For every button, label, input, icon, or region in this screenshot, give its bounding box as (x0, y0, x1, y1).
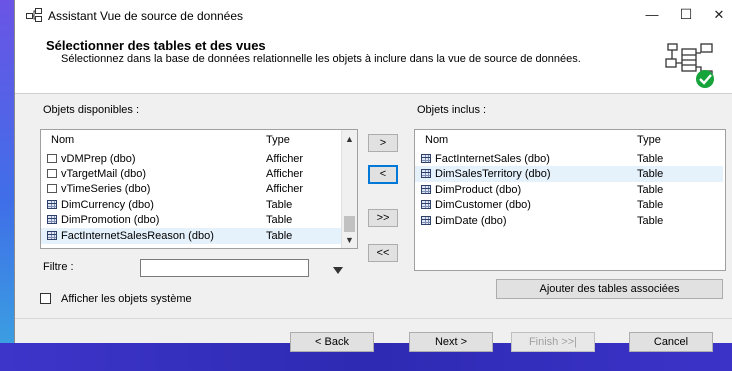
view-icon (47, 154, 57, 163)
list-item[interactable]: DimProduct (dbo) Table (415, 182, 723, 198)
list-item[interactable]: DimCurrency (dbo) Table (41, 197, 341, 213)
show-system-objects-label: Afficher les objets système (61, 293, 192, 305)
scroll-thumb[interactable] (344, 216, 355, 232)
available-list-scrollbar[interactable]: ▲ ▼ (341, 130, 357, 248)
desktop-background-left (0, 0, 14, 371)
table-icon (421, 154, 431, 163)
list-item[interactable]: DimDate (dbo) Table (415, 213, 723, 229)
window-title: Assistant Vue de source de données (48, 9, 244, 23)
data-source-view-icon (26, 8, 42, 22)
list-item[interactable]: DimCustomer (dbo) Table (415, 197, 723, 213)
table-icon (421, 169, 431, 178)
remove-all-objects-button[interactable]: << (368, 244, 398, 262)
list-item[interactable]: vTimeSeries (dbo) Afficher (41, 181, 341, 197)
add-object-button[interactable]: > (368, 134, 398, 152)
list-item[interactable]: FactInternetSales (dbo) Table (415, 151, 723, 167)
table-icon (47, 200, 57, 209)
table-icon (421, 216, 431, 225)
add-all-objects-button[interactable]: >> (368, 209, 398, 227)
included-objects-list[interactable]: Nom Type FactInternetSales (dbo) Table D… (414, 129, 726, 271)
filter-icon[interactable] (333, 267, 343, 274)
list-item[interactable]: vTargetMail (dbo) Afficher (41, 166, 341, 182)
available-objects-list[interactable]: Nom Type vDMPrep (dbo) Afficher vTargetM… (40, 129, 358, 249)
finish-button[interactable]: Finish >>| (511, 332, 595, 352)
filter-label: Filtre : (43, 261, 74, 273)
page-subtitle: Sélectionnez dans la base de données rel… (61, 53, 581, 65)
list-item[interactable]: DimPromotion (dbo) Table (41, 212, 341, 228)
add-related-tables-button[interactable]: Ajouter des tables associées (496, 279, 723, 299)
cancel-button[interactable]: Cancel (629, 332, 713, 352)
column-header-name[interactable]: Nom (51, 134, 74, 146)
column-header-type[interactable]: Type (266, 134, 290, 146)
available-objects-label: Objets disponibles : (43, 104, 139, 116)
filter-input[interactable] (140, 259, 309, 277)
view-icon (47, 184, 57, 193)
column-header-name[interactable]: Nom (425, 134, 448, 146)
list-item-selected[interactable]: FactInternetSalesReason (dbo) Table (41, 228, 341, 244)
scroll-up-icon[interactable]: ▲ (342, 132, 357, 146)
show-system-objects-checkbox[interactable] (40, 293, 51, 304)
wizard-header: Sélectionner des tables et des vues Séle… (15, 29, 732, 94)
page-title: Sélectionner des tables et des vues (46, 38, 266, 53)
remove-object-button[interactable]: < (368, 165, 398, 184)
table-icon (421, 185, 431, 194)
back-button[interactable]: < Back (290, 332, 374, 352)
next-button[interactable]: Next > (409, 332, 493, 352)
close-button[interactable]: ✕ (696, 0, 732, 29)
wizard-window: Assistant Vue de source de données — ☐ ✕… (14, 0, 732, 352)
scroll-down-icon[interactable]: ▼ (342, 233, 357, 247)
list-item[interactable]: vDMPrep (dbo) Afficher (41, 151, 341, 167)
list-item-selected[interactable]: DimSalesTerritory (dbo) Table (415, 166, 723, 182)
table-icon (47, 215, 57, 224)
footer-divider (15, 318, 732, 319)
included-objects-label: Objets inclus : (417, 104, 487, 116)
table-icon (421, 200, 431, 209)
table-icon (47, 231, 57, 240)
view-icon (47, 169, 57, 178)
data-source-check-icon (665, 43, 714, 88)
title-bar: Assistant Vue de source de données — ☐ ✕ (15, 0, 732, 29)
column-header-type[interactable]: Type (637, 134, 661, 146)
